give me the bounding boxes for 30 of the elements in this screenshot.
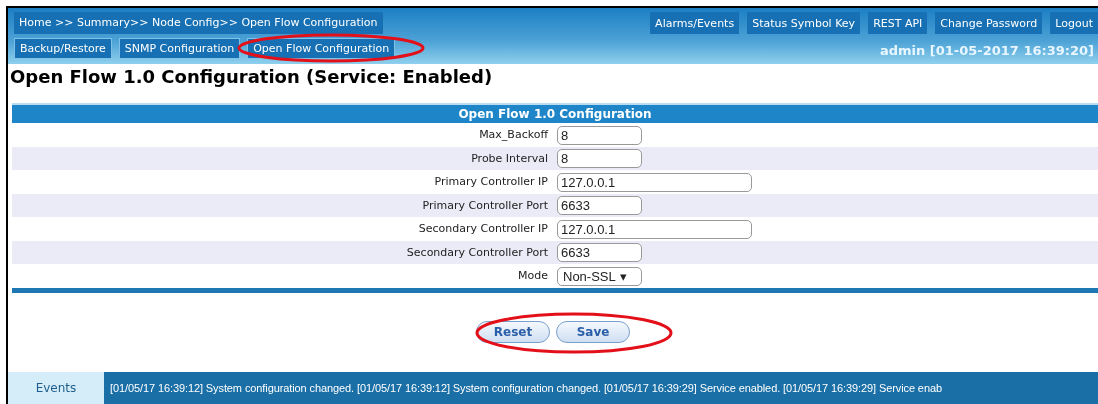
- nav-link[interactable]: Status Symbol Key: [747, 12, 861, 34]
- field-label: Max_Backoff: [478, 128, 550, 142]
- table-header: Open Flow 1.0 Configuration: [12, 105, 1098, 123]
- tab[interactable]: Backup/Restore: [14, 38, 112, 58]
- field-label: Secondary Controller Port: [405, 245, 549, 259]
- field-label: Primary Controller Port: [421, 198, 549, 212]
- nav-link[interactable]: Logout: [1050, 12, 1098, 34]
- events-label: Events: [8, 372, 104, 404]
- field-label: Secondary Controller IP: [417, 222, 549, 236]
- user-status: admin [01-05-2017 16:39:20]: [879, 43, 1095, 58]
- events-ticker: [01/05/17 16:39:12] System configuration changed. [01/05/17 16:39:12] System configuration changed. [01/05/17 16:39:29] Service enabled. [01/05/17 16:39:29] Service enab: [109, 382, 942, 394]
- form-button[interactable]: Reset: [476, 320, 550, 343]
- field-label: Mode: [517, 269, 549, 283]
- field-label: Primary Controller IP: [433, 175, 549, 189]
- form-button[interactable]: Save: [556, 320, 630, 343]
- input-field[interactable]: 8: [557, 125, 642, 145]
- field-label: Probe Interval: [470, 151, 549, 165]
- input-field[interactable]: 8: [557, 149, 642, 169]
- input-field[interactable]: 6633: [557, 196, 642, 216]
- input-field[interactable]: 127.0.0.1: [557, 172, 752, 192]
- breadcrumb[interactable]: Home >> Summary>> Node Config>> Open Flow Configuration: [14, 12, 383, 34]
- input-field[interactable]: 6633: [557, 243, 642, 263]
- nav-link[interactable]: REST API: [868, 12, 928, 34]
- input-field[interactable]: 127.0.0.1: [557, 219, 752, 239]
- page-title: Open Flow 1.0 Configuration (Service: Enabled): [10, 66, 494, 87]
- tab[interactable]: SNMP Configuration: [118, 38, 241, 58]
- nav-link[interactable]: Change Password: [935, 12, 1043, 34]
- tab[interactable]: Open Flow Configuration: [247, 38, 396, 58]
- mode-select[interactable]: Non-SSL ▾: [557, 266, 642, 286]
- nav-link[interactable]: Alarms/Events: [650, 12, 740, 34]
